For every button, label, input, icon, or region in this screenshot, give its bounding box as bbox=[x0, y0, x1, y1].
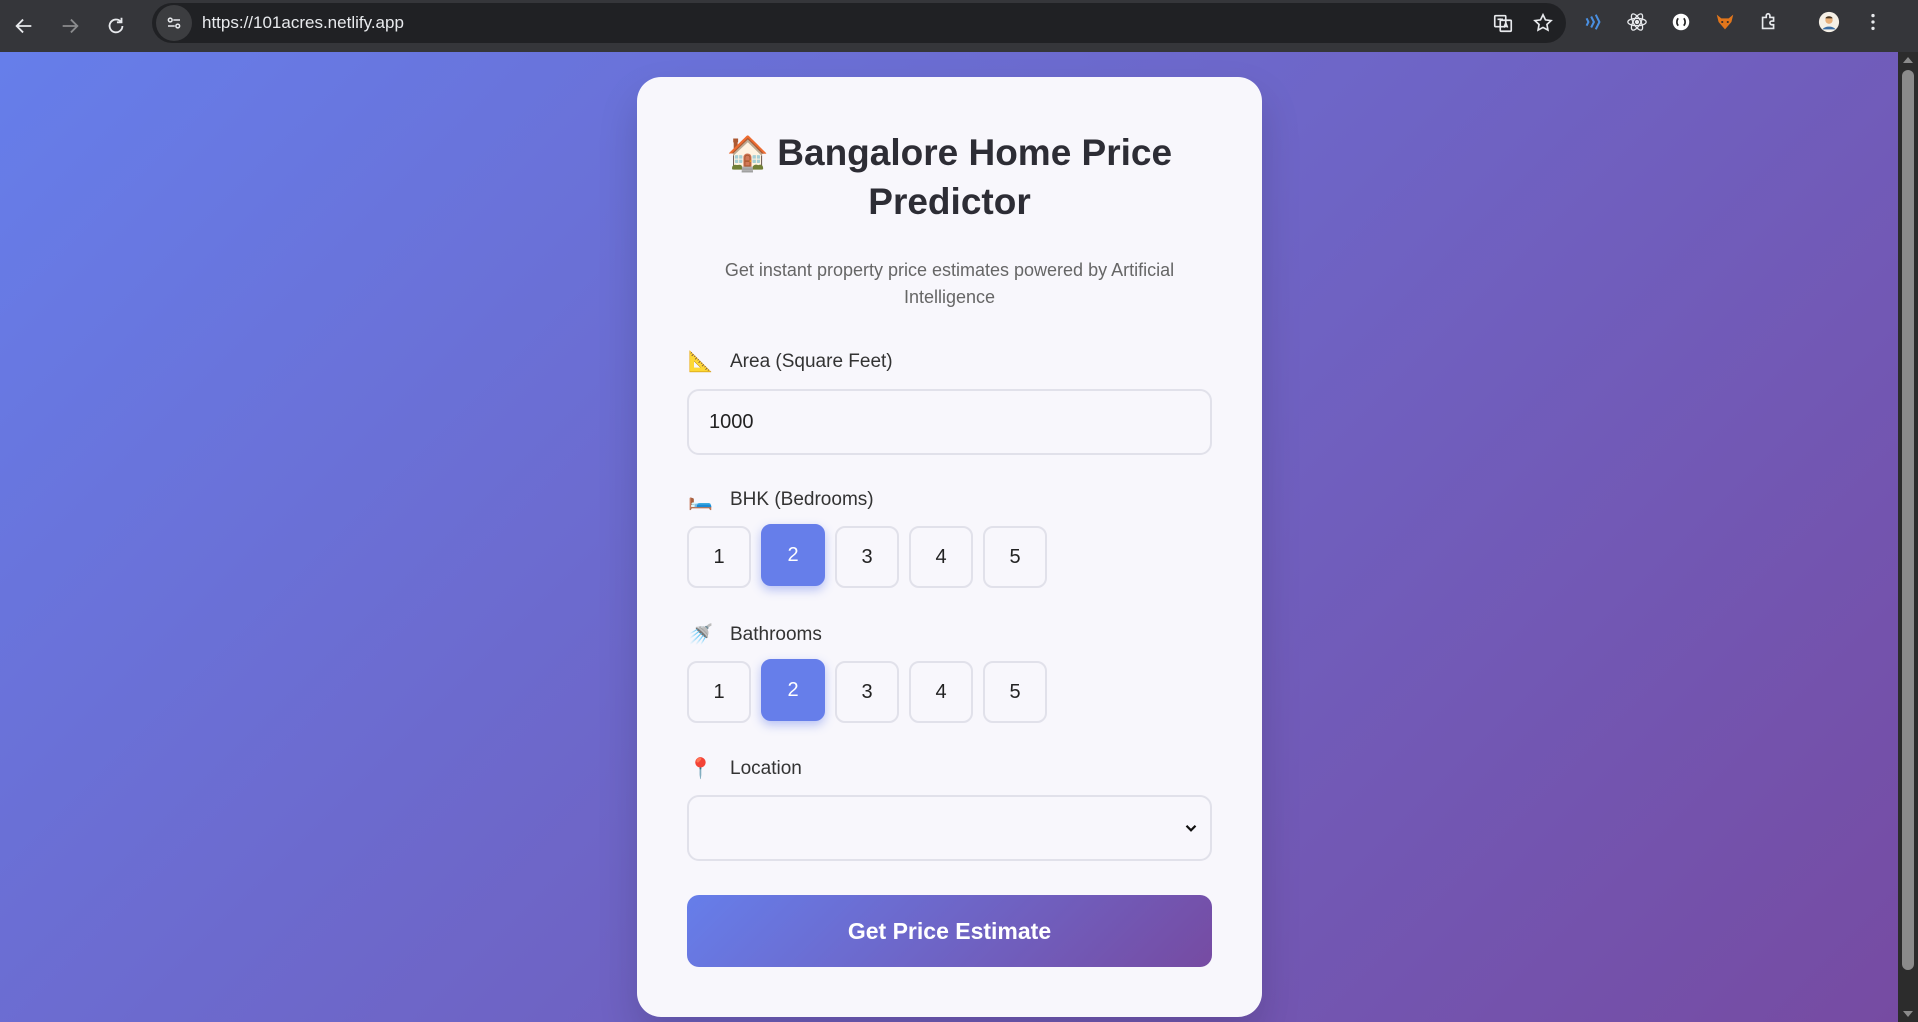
extension-circle-button[interactable] bbox=[1668, 9, 1694, 35]
scroll-up-arrow-icon[interactable] bbox=[1903, 57, 1913, 63]
triangle-ruler-icon: 📐 bbox=[688, 351, 713, 373]
bath-option-2[interactable]: 2 bbox=[761, 659, 825, 721]
react-atom-icon bbox=[1627, 13, 1647, 31]
bath-option-5[interactable]: 5 bbox=[983, 661, 1047, 723]
extension-cast-button[interactable] bbox=[1580, 9, 1606, 35]
bhk-label: 🛏️ BHK (Bedrooms) bbox=[688, 487, 874, 512]
back-arrow-icon bbox=[15, 18, 32, 34]
translate-button[interactable] bbox=[1490, 10, 1516, 36]
fox-icon bbox=[1716, 14, 1734, 30]
bookmark-star-icon bbox=[1533, 12, 1553, 32]
bhk-options: 1 2 3 4 5 bbox=[687, 524, 1047, 588]
scroll-thumb[interactable] bbox=[1902, 70, 1914, 970]
page-scrollbar[interactable] bbox=[1898, 52, 1918, 1022]
reload-icon bbox=[108, 17, 124, 34]
area-label-text: Area (Square Feet) bbox=[730, 350, 893, 372]
predictor-card: 🏠 Bangalore Home Price Predictor Get inst… bbox=[637, 77, 1262, 1017]
extension-react-button[interactable] bbox=[1624, 9, 1650, 35]
location-select[interactable] bbox=[687, 795, 1212, 861]
bathrooms-label-text: Bathrooms bbox=[730, 623, 822, 645]
bath-option-1[interactable]: 1 bbox=[687, 661, 751, 723]
url-text[interactable]: https://101acres.netlify.app bbox=[202, 13, 404, 33]
page-title-text: Bangalore Home Price Predictor bbox=[777, 132, 1173, 222]
translate-icon bbox=[1493, 14, 1513, 33]
bhk-option-2[interactable]: 2 bbox=[761, 524, 825, 586]
forward-arrow-icon bbox=[62, 18, 79, 34]
bhk-option-4[interactable]: 4 bbox=[909, 526, 973, 588]
browser-menu-button[interactable] bbox=[1860, 9, 1886, 35]
bhk-option-3[interactable]: 3 bbox=[835, 526, 899, 588]
bhk-option-5[interactable]: 5 bbox=[983, 526, 1047, 588]
extensions-bar bbox=[1580, 0, 1886, 44]
circle-extension-icon bbox=[1672, 13, 1690, 31]
get-estimate-button[interactable]: Get Price Estimate bbox=[687, 895, 1212, 967]
page-subtitle: Get instant property price estimates pow… bbox=[724, 260, 1175, 307]
cast-waves-icon bbox=[1585, 14, 1601, 30]
bath-option-3[interactable]: 3 bbox=[835, 661, 899, 723]
profile-avatar bbox=[1818, 11, 1840, 33]
forward-button[interactable] bbox=[48, 4, 92, 48]
location-label-text: Location bbox=[730, 757, 802, 779]
shower-icon: 🚿 bbox=[688, 624, 713, 646]
bath-option-4[interactable]: 4 bbox=[909, 661, 973, 723]
page-viewport: 🏠 Bangalore Home Price Predictor Get inst… bbox=[0, 52, 1898, 1022]
bathrooms-label: 🚿 Bathrooms bbox=[688, 622, 822, 647]
bed-icon: 🛏️ bbox=[688, 489, 713, 511]
bathroom-options: 1 2 3 4 5 bbox=[687, 659, 1047, 723]
puzzle-icon bbox=[1761, 12, 1775, 30]
house-icon: 🏠 bbox=[726, 135, 770, 173]
area-input[interactable]: 1000 bbox=[687, 389, 1212, 455]
page-title: 🏠 Bangalore Home Price Predictor bbox=[677, 129, 1222, 225]
menu-icon bbox=[1871, 13, 1875, 31]
bhk-label-text: BHK (Bedrooms) bbox=[730, 488, 874, 510]
back-button[interactable] bbox=[2, 4, 46, 48]
site-info-icon bbox=[167, 17, 181, 29]
bookmark-button[interactable] bbox=[1530, 10, 1556, 36]
reload-button[interactable] bbox=[94, 4, 138, 48]
bhk-option-1[interactable]: 1 bbox=[687, 526, 751, 588]
extension-fox-button[interactable] bbox=[1712, 9, 1738, 35]
area-label: 📐 Area (Square Feet) bbox=[688, 349, 893, 374]
scroll-down-arrow-icon[interactable] bbox=[1903, 1011, 1913, 1017]
profile-button[interactable] bbox=[1816, 9, 1842, 35]
site-info-button[interactable] bbox=[156, 5, 192, 41]
pushpin-icon: 📍 bbox=[688, 758, 713, 780]
chevron-down-icon bbox=[1185, 824, 1197, 832]
location-label: 📍 Location bbox=[688, 756, 802, 781]
extensions-menu-button[interactable] bbox=[1756, 9, 1782, 35]
address-bar[interactable]: https://101acres.netlify.app bbox=[152, 3, 1566, 43]
browser-toolbar: https://101acres.netlify.app bbox=[0, 0, 1918, 52]
